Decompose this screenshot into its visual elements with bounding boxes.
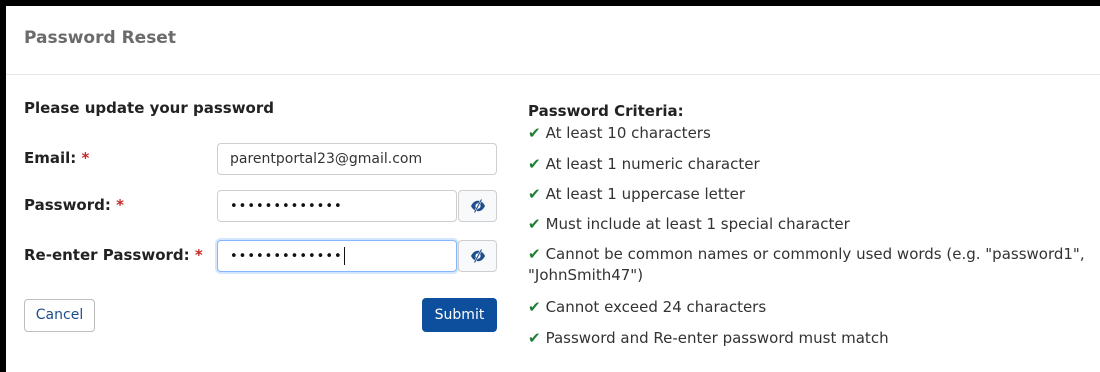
criteria-item-text: Password and Re-enter password must matc… <box>545 329 889 347</box>
checkmark-icon: ✔ <box>528 155 541 173</box>
required-marker: * <box>194 246 203 264</box>
email-label: Email: * <box>24 149 89 167</box>
checkmark-icon: ✔ <box>528 329 541 347</box>
password-masked-value: ••••••••••••• <box>230 199 343 214</box>
password-field[interactable]: ••••••••••••• <box>217 190 457 222</box>
page-title: Password Reset <box>24 28 176 48</box>
cancel-button[interactable]: Cancel <box>24 299 95 332</box>
email-label-text: Email: <box>24 149 77 167</box>
eye-slash-icon <box>470 198 485 214</box>
criteria-item: ✔ At least 1 numeric character <box>528 154 1093 175</box>
required-marker: * <box>81 149 90 167</box>
panel-header: Password Reset <box>6 6 1100 75</box>
reenter-password-masked-value: ••••••••••••• <box>230 249 343 264</box>
criteria-item: ✔ Cannot exceed 24 characters <box>528 297 1093 318</box>
password-label-text: Password: <box>24 196 111 214</box>
checkmark-icon: ✔ <box>528 298 541 316</box>
form-heading: Please update your password <box>24 99 274 117</box>
reenter-password-label-text: Re-enter Password: <box>24 246 190 264</box>
eye-slash-icon <box>470 248 485 264</box>
checkmark-icon: ✔ <box>528 124 541 142</box>
checkmark-icon: ✔ <box>528 245 541 263</box>
toggle-password-visibility-button[interactable] <box>458 190 497 222</box>
criteria-item: ✔ Must include at least 1 special charact… <box>528 214 1093 235</box>
criteria-item: ✔ Cannot be common names or commonly used… <box>528 244 1093 286</box>
criteria-item-text: At least 10 characters <box>545 124 711 142</box>
criteria-item: ✔ At least 1 uppercase letter <box>528 184 1093 205</box>
email-field[interactable]: parentportal23@gmail.com <box>217 143 497 175</box>
criteria-item: ✔ Password and Re-enter password must mat… <box>528 328 1093 349</box>
criteria-item-text: Cannot be common names or commonly used … <box>528 245 1085 284</box>
checkmark-icon: ✔ <box>528 215 541 233</box>
criteria-item: ✔ At least 10 characters <box>528 123 1093 144</box>
password-label: Password: * <box>24 196 124 214</box>
criteria-item-text: Must include at least 1 special characte… <box>545 215 850 233</box>
criteria-item-text: Cannot exceed 24 characters <box>545 298 767 316</box>
password-criteria-title: Password Criteria: <box>528 102 684 120</box>
submit-button[interactable]: Submit <box>422 298 497 332</box>
required-marker: * <box>116 196 124 214</box>
criteria-item-text: At least 1 uppercase letter <box>545 185 746 203</box>
reenter-password-field[interactable]: ••••••••••••• <box>217 240 457 272</box>
text-caret <box>343 247 345 265</box>
checkmark-icon: ✔ <box>528 185 541 203</box>
email-field-value: parentportal23@gmail.com <box>230 151 423 167</box>
toggle-reenter-password-visibility-button[interactable] <box>458 240 497 272</box>
password-reset-panel: Password Reset Please update your passwo… <box>6 6 1100 372</box>
criteria-item-text: At least 1 numeric character <box>545 155 760 173</box>
reenter-password-label: Re-enter Password: * <box>24 246 203 264</box>
